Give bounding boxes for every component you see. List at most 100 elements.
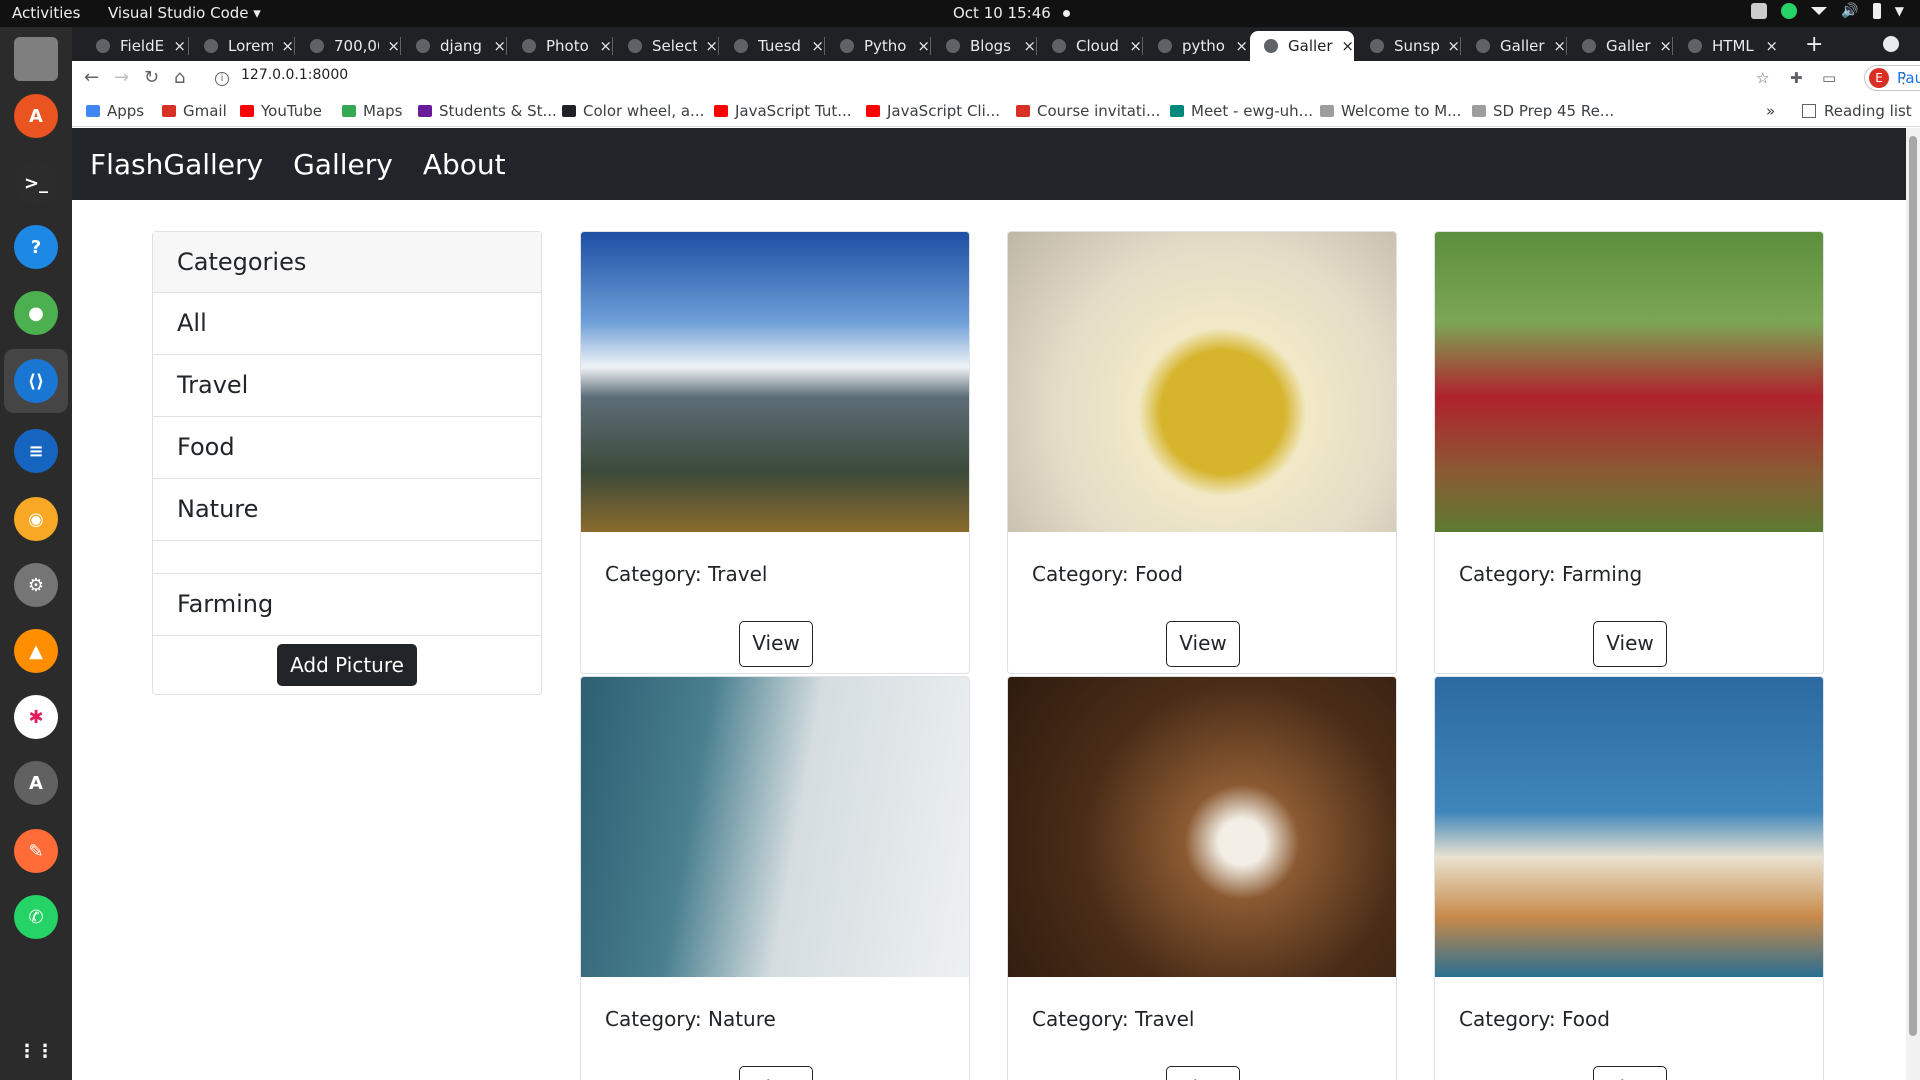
browser-tab[interactable]: Photo × (508, 31, 612, 61)
system-tray[interactable]: 🔊 ▼ (1751, 3, 1904, 19)
browser-tab[interactable]: djang × (402, 31, 506, 61)
scrollbar-thumb[interactable] (1909, 136, 1917, 1036)
dock-files-icon[interactable] (12, 35, 60, 83)
dock-settings-icon[interactable]: ⚙ (12, 561, 60, 609)
profile-button[interactable]: EPaused (1864, 65, 1920, 91)
browser-tab[interactable]: 700,00 × (296, 31, 400, 61)
clock[interactable]: Oct 10 15:46 (953, 4, 1070, 22)
category-food[interactable]: Food (153, 417, 541, 479)
browser-tab[interactable]: Cloud × (1038, 31, 1142, 61)
bookmark-item[interactable]: Gmail (162, 102, 227, 120)
page-scrollbar[interactable] (1906, 128, 1920, 1080)
tab-close-icon[interactable]: × (705, 37, 718, 55)
wifi-icon[interactable] (1811, 7, 1828, 15)
volume-icon[interactable]: 🔊 (1841, 3, 1858, 19)
photo-olive-oil[interactable] (1008, 232, 1396, 532)
browser-tab[interactable]: Galler × (1250, 31, 1354, 61)
category-all[interactable]: All (153, 293, 541, 355)
browser-tab[interactable]: Lorem × (190, 31, 294, 61)
chevron-down-icon[interactable]: ▼ (1895, 4, 1904, 18)
add-picture-button[interactable]: Add Picture (277, 644, 417, 686)
bookmark-item[interactable]: JavaScript Cli... (866, 102, 1000, 120)
dock-help-icon[interactable]: ? (12, 223, 60, 271)
browser-tab[interactable]: HTML × (1674, 31, 1778, 61)
tab-close-icon[interactable]: × (1659, 37, 1672, 55)
view-button[interactable]: View (739, 1066, 813, 1080)
tab-close-icon[interactable]: × (1235, 37, 1248, 55)
tab-close-icon[interactable]: × (1553, 37, 1566, 55)
view-button[interactable]: View (739, 621, 813, 667)
bookmarks-overflow-button[interactable]: » (1766, 102, 1775, 120)
dock-rhythmbox-icon[interactable]: ◉ (12, 495, 60, 543)
bookmark-item[interactable]: Meet - ewg-uh... (1170, 102, 1313, 120)
bookmark-star-icon[interactable]: ☆ (1756, 69, 1769, 87)
dock-whatsapp-icon[interactable]: ✆ (12, 893, 60, 941)
view-button[interactable]: View (1593, 1066, 1667, 1080)
photo-waterfall[interactable] (581, 677, 969, 977)
dock-software-updater-icon[interactable]: A (12, 759, 60, 807)
tab-close-icon[interactable]: × (1765, 37, 1778, 55)
photo-apple-barrels[interactable] (1435, 232, 1823, 532)
browser-tab[interactable]: Tuesd × (720, 31, 824, 61)
bookmark-item[interactable]: JavaScript Tut... (714, 102, 852, 120)
category-nature[interactable]: Nature (153, 479, 541, 541)
app-menu[interactable]: Visual Studio Code ▾ (108, 4, 261, 22)
tab-close-icon[interactable]: × (599, 37, 612, 55)
dock-writer-icon[interactable]: ≡ (12, 427, 60, 475)
dock-chrome-icon[interactable]: ● (12, 289, 60, 337)
bookmark-item[interactable]: SD Prep 45 Re... (1472, 102, 1614, 120)
bookmark-item[interactable]: Apps (86, 102, 144, 120)
browser-tab[interactable]: Blogs × (932, 31, 1036, 61)
bookmark-item[interactable]: Students & St... (418, 102, 557, 120)
reload-icon[interactable]: ↻ (144, 67, 159, 88)
photo-ice-cream[interactable] (1435, 677, 1823, 977)
tab-close-icon[interactable]: × (173, 37, 186, 55)
reading-list-button[interactable]: Reading list (1802, 102, 1912, 120)
browser-tab[interactable]: Sunsp × (1356, 31, 1460, 61)
nav-about-link[interactable]: About (423, 148, 506, 181)
view-button[interactable]: View (1166, 1066, 1240, 1080)
browser-tab[interactable]: pytho × (1144, 31, 1248, 61)
forward-icon[interactable]: → (114, 67, 129, 88)
dock-terminal-icon[interactable]: >_ (12, 159, 60, 207)
tab-close-icon[interactable]: × (1447, 37, 1460, 55)
tab-close-icon[interactable]: × (281, 37, 294, 55)
view-button[interactable]: View (1593, 621, 1667, 667)
battery-icon[interactable] (1872, 3, 1881, 19)
dock-vscode-icon[interactable]: ⟨⟩ (4, 349, 68, 413)
bookmark-item[interactable]: Course invitati... (1016, 102, 1160, 120)
category-empty[interactable] (153, 541, 541, 574)
bookmark-item[interactable]: YouTube (240, 102, 322, 120)
dock-show-apps-icon[interactable]: ⋮⋮ (12, 1027, 60, 1075)
whatsapp-tray-icon[interactable] (1781, 3, 1798, 19)
category-farming[interactable]: Farming (153, 574, 541, 636)
tab-close-icon[interactable]: × (1129, 37, 1142, 55)
dock-postman-icon[interactable]: ✎ (12, 827, 60, 875)
bookmark-item[interactable]: Welcome to M... (1320, 102, 1461, 120)
tab-close-icon[interactable]: × (917, 37, 930, 55)
tab-close-icon[interactable]: × (811, 37, 824, 55)
nav-gallery-link[interactable]: Gallery (293, 148, 393, 181)
tab-close-icon[interactable]: × (493, 37, 506, 55)
browser-tab[interactable]: Select × (614, 31, 718, 61)
brand-link[interactable]: FlashGallery (90, 148, 263, 181)
address-bar[interactable]: i 127.0.0.1:8000 (215, 67, 348, 86)
activities-button[interactable]: Activities (12, 4, 80, 22)
browser-tab[interactable]: Galler × (1462, 31, 1566, 61)
photo-spices[interactable] (1008, 677, 1396, 977)
tab-close-icon[interactable]: × (1023, 37, 1036, 55)
tab-close-icon[interactable]: × (387, 37, 400, 55)
extensions-icon[interactable]: ✚ (1790, 69, 1803, 87)
browser-tab[interactable]: Galler × (1568, 31, 1672, 61)
new-tab-button[interactable]: + (1805, 32, 1823, 57)
site-info-icon[interactable]: i (215, 72, 229, 86)
bookmark-item[interactable]: Color wheel, a... (562, 102, 704, 120)
menu-kebab-icon[interactable]: ⋮ (1896, 69, 1911, 87)
tab-close-icon[interactable]: × (1341, 37, 1354, 55)
tab-search-icon[interactable] (1883, 36, 1899, 52)
view-button[interactable]: View (1166, 621, 1240, 667)
dock-vlc-icon[interactable]: ▲ (12, 627, 60, 675)
dock-slack-icon[interactable]: ✱ (12, 693, 60, 741)
browser-tab[interactable]: FieldE × (82, 31, 186, 61)
category-travel[interactable]: Travel (153, 355, 541, 417)
